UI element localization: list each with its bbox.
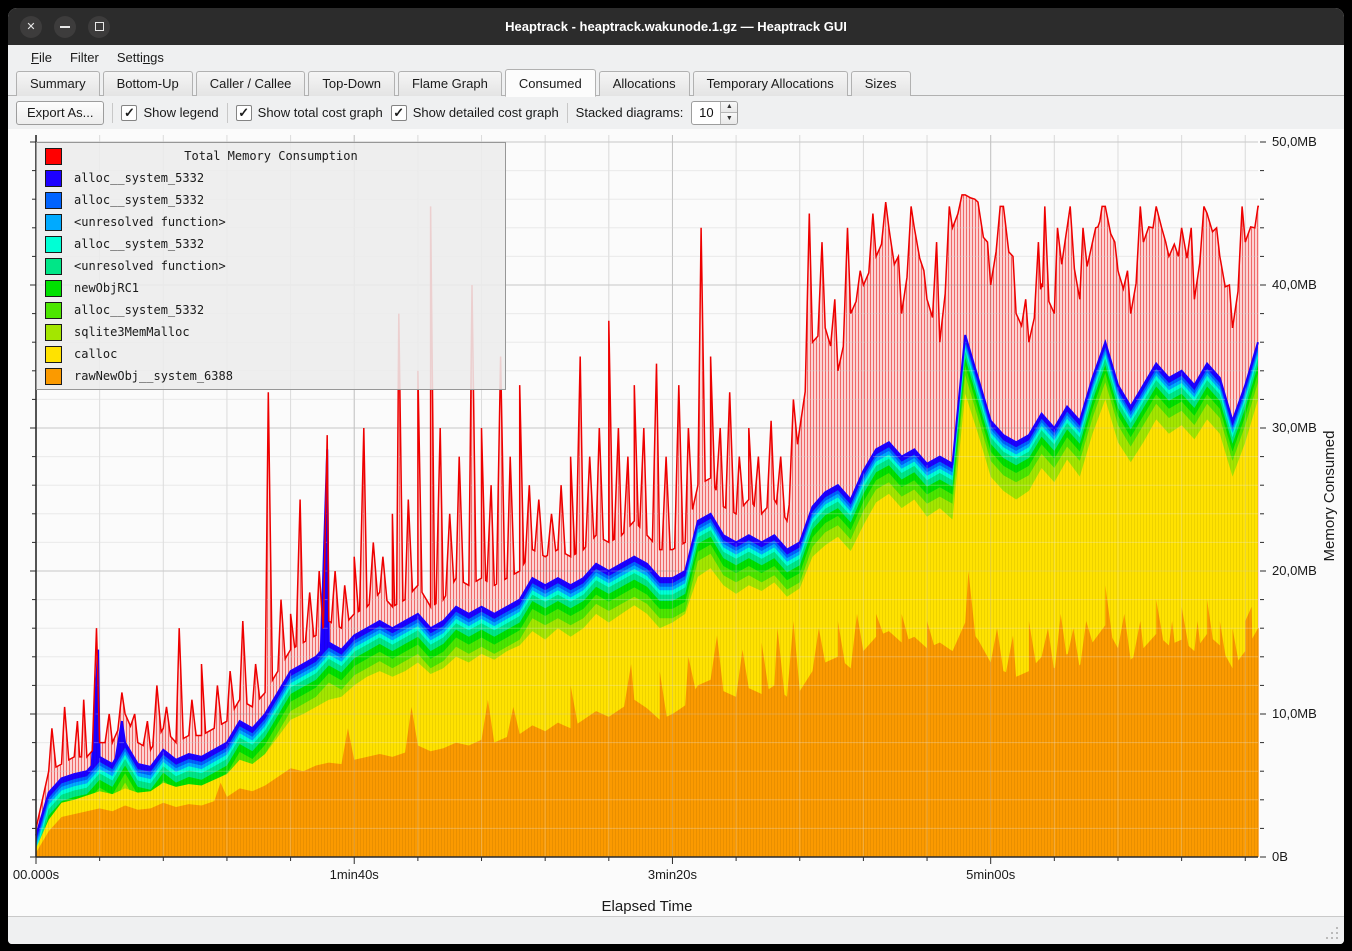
- y-tick-label: 30,0MB: [1272, 420, 1317, 435]
- legend-item: rawNewObj__system_6388: [37, 365, 505, 387]
- size-grip[interactable]: [1324, 925, 1338, 939]
- legend-swatch-icon: [45, 258, 62, 275]
- legend-label: <unresolved function>: [74, 259, 226, 273]
- x-axis-title: Elapsed Time: [602, 898, 693, 915]
- legend-swatch-icon: [45, 192, 62, 209]
- x-tick-label: 1min40s: [330, 867, 380, 882]
- menu-settings[interactable]: Settings: [108, 48, 173, 67]
- show-detailed-cost-checkbox[interactable]: ✓ Show detailed cost graph: [391, 105, 559, 121]
- legend-swatch-icon: [45, 346, 62, 363]
- menu-filter[interactable]: Filter: [61, 48, 108, 67]
- x-tick-label: 00.000s: [13, 867, 60, 882]
- tab-consumed[interactable]: Consumed: [505, 69, 596, 97]
- legend-label: Total Memory Consumption: [74, 149, 468, 163]
- checkbox-check-icon: ✓: [391, 105, 407, 121]
- y-tick-label: 20,0MB: [1272, 563, 1317, 578]
- stacked-diagrams-spinner[interactable]: 10 ▲ ▼: [691, 101, 738, 125]
- x-tick-label: 3min20s: [648, 867, 698, 882]
- tab-summary[interactable]: Summary: [16, 71, 100, 96]
- tab-bottom-up[interactable]: Bottom-Up: [103, 71, 193, 96]
- tab-sizes[interactable]: Sizes: [851, 71, 911, 96]
- titlebar[interactable]: ✕ Heaptrack - heaptrack.wakunode.1.gz — …: [8, 8, 1344, 45]
- legend-label: rawNewObj__system_6388: [74, 369, 233, 383]
- spinner-up-icon[interactable]: ▲: [721, 102, 737, 114]
- legend-label: alloc__system_5332: [74, 193, 204, 207]
- legend-label: newObjRC1: [74, 281, 139, 295]
- chart-surface[interactable]: 00.000s 1min40s 3min20s 5min00s 0B 10,0MB 20,0…: [8, 129, 1344, 917]
- checkbox-check-icon: ✓: [121, 105, 137, 121]
- legend-item: <unresolved function>: [37, 211, 505, 233]
- y-tick-label: 40,0MB: [1272, 277, 1317, 292]
- legend-swatch-icon: [45, 368, 62, 385]
- tab-bar: SummaryBottom-UpCaller / CalleeTop-DownF…: [8, 69, 1344, 96]
- legend-item: alloc__system_5332: [37, 167, 505, 189]
- close-icon[interactable]: ✕: [20, 16, 42, 38]
- legend-item: sqlite3MemMalloc: [37, 321, 505, 343]
- legend-label: <unresolved function>: [74, 215, 226, 229]
- y-tick-label: 10,0MB: [1272, 706, 1317, 721]
- chart-legend: Total Memory Consumption alloc__system_53…: [36, 142, 506, 390]
- maximize-glyph: [95, 22, 104, 31]
- menubar: File Filter Settings: [8, 45, 1344, 69]
- legend-swatch-icon: [45, 280, 62, 297]
- legend-item: calloc: [37, 343, 505, 365]
- legend-swatch-icon: [45, 214, 62, 231]
- legend-label: calloc: [74, 347, 117, 361]
- legend-swatch-icon: [45, 148, 62, 165]
- legend-swatch-icon: [45, 324, 62, 341]
- legend-item: <unresolved function>: [37, 255, 505, 277]
- show-legend-checkbox[interactable]: ✓ Show legend: [121, 105, 218, 121]
- legend-item: Total Memory Consumption: [37, 145, 505, 167]
- y-axis-title: Memory Consumed: [1321, 431, 1338, 562]
- legend-item: alloc__system_5332: [37, 189, 505, 211]
- legend-swatch-icon: [45, 236, 62, 253]
- tab-flame-graph[interactable]: Flame Graph: [398, 71, 502, 96]
- toolbar: Export As... ✓ Show legend ✓ Show total …: [8, 96, 1344, 129]
- window-title: Heaptrack - heaptrack.wakunode.1.gz — He…: [8, 19, 1344, 34]
- window-controls: ✕: [20, 16, 110, 38]
- tab-top-down[interactable]: Top-Down: [308, 71, 395, 96]
- stacked-diagrams-value[interactable]: 10: [692, 102, 720, 124]
- minimize-icon[interactable]: [54, 16, 76, 38]
- toolbar-separator: [567, 103, 568, 123]
- menu-file[interactable]: File: [22, 48, 61, 67]
- show-total-cost-checkbox[interactable]: ✓ Show total cost graph: [236, 105, 383, 121]
- legend-label: alloc__system_5332: [74, 303, 204, 317]
- legend-item: alloc__system_5332: [37, 233, 505, 255]
- legend-label: alloc__system_5332: [74, 171, 204, 185]
- legend-item: newObjRC1: [37, 277, 505, 299]
- y-tick-label: 0B: [1272, 849, 1288, 864]
- legend-label: alloc__system_5332: [74, 237, 204, 251]
- toolbar-separator: [227, 103, 228, 123]
- maximize-icon[interactable]: [88, 16, 110, 38]
- minimize-glyph: [60, 26, 70, 28]
- toolbar-separator: [112, 103, 113, 123]
- x-tick-label: 5min00s: [966, 867, 1016, 882]
- spinner-buttons: ▲ ▼: [720, 102, 737, 124]
- export-as-button[interactable]: Export As...: [16, 101, 104, 125]
- tab-temporary-allocations[interactable]: Temporary Allocations: [693, 71, 848, 96]
- legend-swatch-icon: [45, 302, 62, 319]
- legend-label: sqlite3MemMalloc: [74, 325, 190, 339]
- heaptrack-window: ✕ Heaptrack - heaptrack.wakunode.1.gz — …: [8, 8, 1344, 944]
- legend-swatch-icon: [45, 170, 62, 187]
- y-tick-label: 50,0MB: [1272, 134, 1317, 149]
- spinner-down-icon[interactable]: ▼: [721, 113, 737, 124]
- stacked-diagrams-label: Stacked diagrams:: [576, 105, 684, 120]
- legend-item: alloc__system_5332: [37, 299, 505, 321]
- tab-caller-callee[interactable]: Caller / Callee: [196, 71, 306, 96]
- consumed-chart-panel: 00.000s 1min40s 3min20s 5min00s 0B 10,0MB 20,0…: [8, 129, 1344, 944]
- checkbox-check-icon: ✓: [236, 105, 252, 121]
- tab-allocations[interactable]: Allocations: [599, 71, 690, 96]
